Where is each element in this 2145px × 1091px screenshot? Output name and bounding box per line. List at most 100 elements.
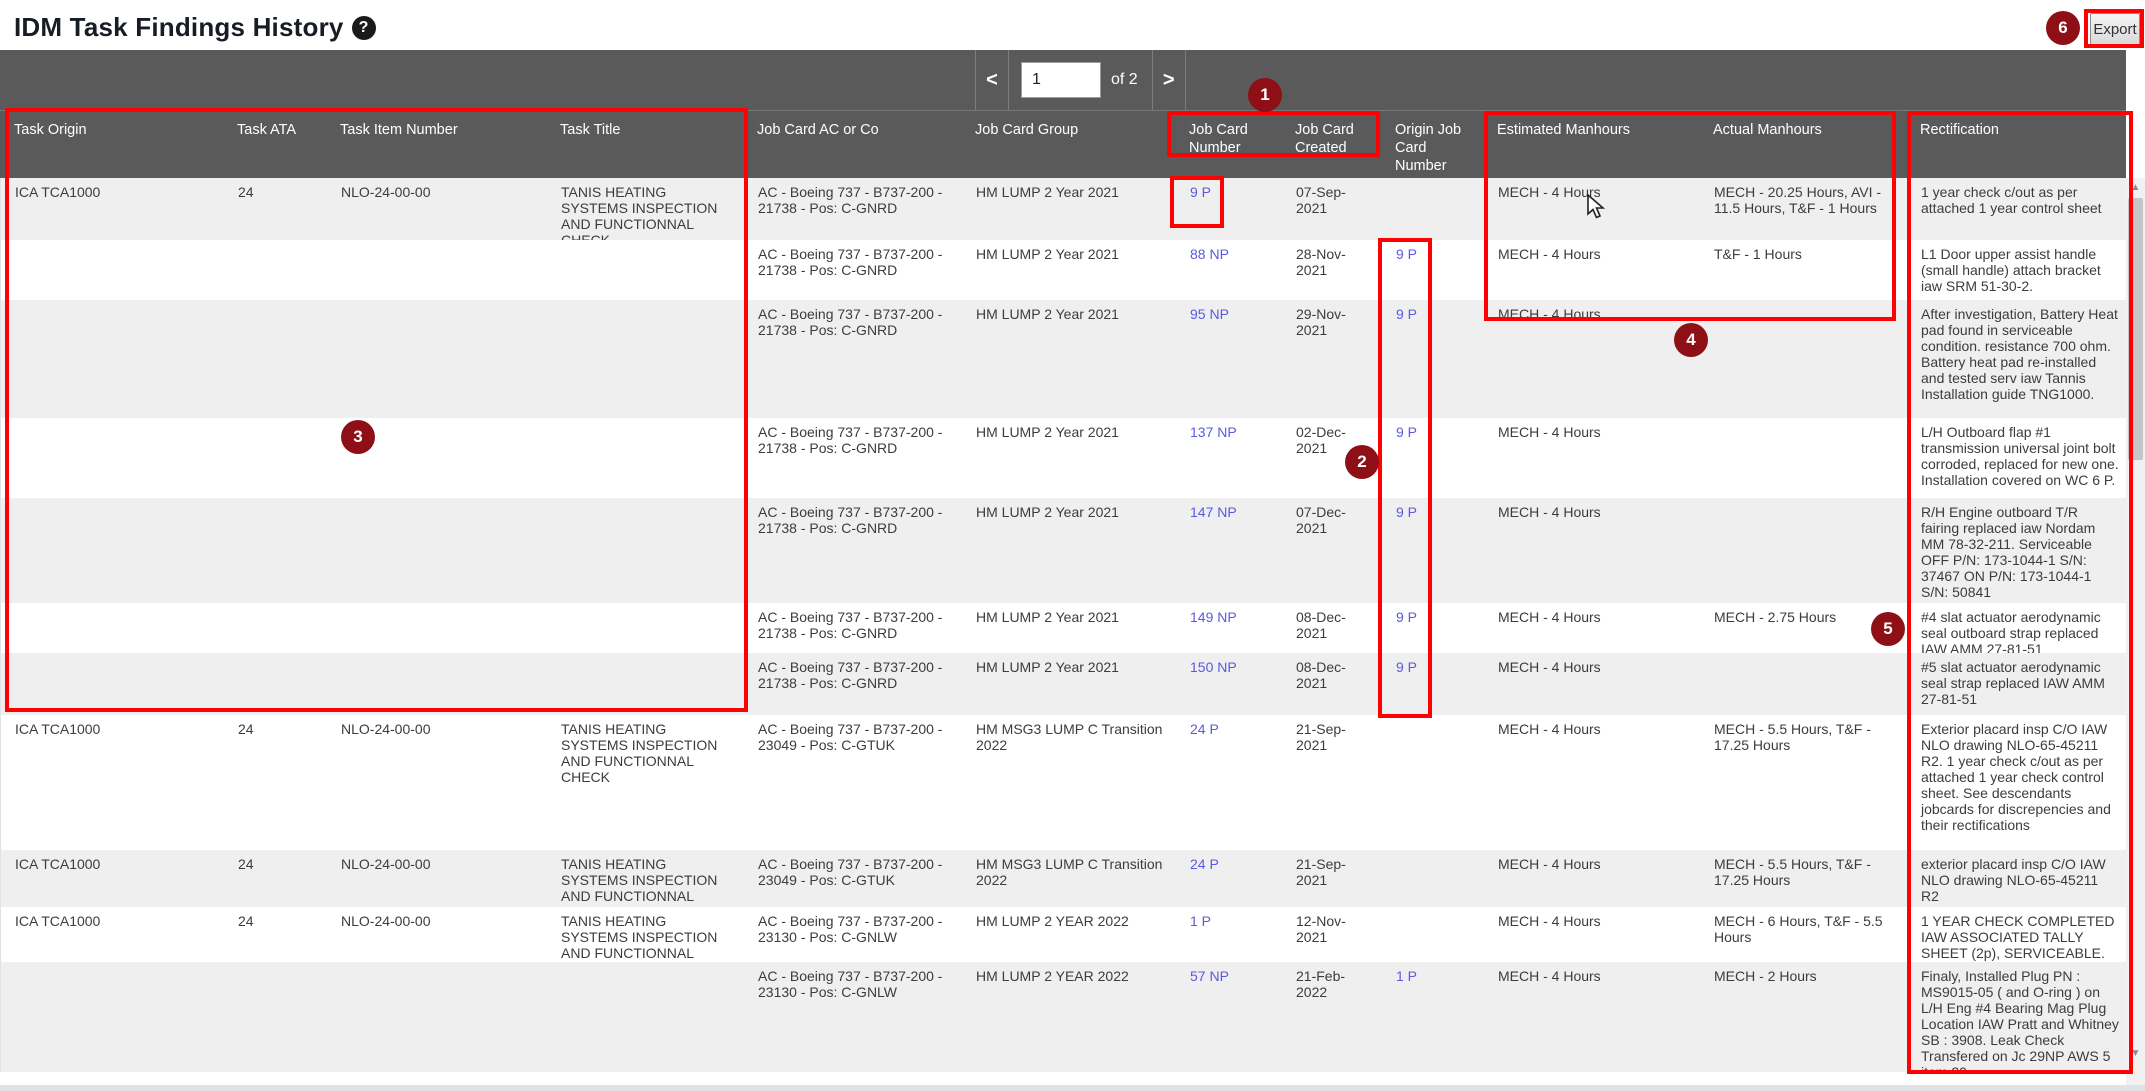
table-cell: AC - Boeing 737 - B737-200 - 21738 - Pos…: [744, 300, 962, 418]
table-cell: [1382, 715, 1484, 850]
column-header[interactable]: Job Card Group: [961, 111, 1175, 178]
table-cell: [1382, 907, 1484, 962]
table-cell: MECH - 4 Hours: [1484, 850, 1700, 907]
column-header[interactable]: Task ATA: [223, 111, 326, 178]
column-header[interactable]: Estimated Manhours: [1483, 111, 1699, 178]
column-header[interactable]: Task Title: [546, 111, 743, 178]
job-card-link[interactable]: 95 NP: [1190, 306, 1229, 322]
table-cell: [1382, 850, 1484, 907]
job-card-link[interactable]: 9 P: [1396, 609, 1417, 625]
table-cell: L1 Door upper assist handle (small handl…: [1907, 240, 2127, 300]
table-cell: HM MSG3 LUMP C Transition 2022: [962, 850, 1176, 907]
page-count-label: of 2: [1111, 71, 1138, 89]
table-cell: [1, 240, 224, 300]
table-cell: 21-Sep-2021: [1282, 715, 1382, 850]
table-row: AC - Boeing 737 - B737-200 - 21738 - Pos…: [1, 240, 2127, 300]
table-cell: AC - Boeing 737 - B737-200 - 21738 - Pos…: [744, 498, 962, 603]
table-cell: 9 P: [1382, 240, 1484, 300]
job-card-link[interactable]: 1 P: [1190, 913, 1211, 929]
table-cell: 24 P: [1176, 715, 1282, 850]
table-cell: 21-Sep-2021: [1282, 850, 1382, 907]
job-card-link[interactable]: 149 NP: [1190, 609, 1237, 625]
table-cell: 12-Nov-2021: [1282, 907, 1382, 962]
vertical-scrollbar-thumb[interactable]: [2128, 198, 2143, 460]
scroll-down-icon[interactable]: ▼: [2126, 1044, 2145, 1062]
job-card-link[interactable]: 1 P: [1396, 968, 1417, 984]
table-cell: [547, 240, 744, 300]
job-card-link[interactable]: 24 P: [1190, 856, 1219, 872]
job-card-link[interactable]: 9 P: [1396, 659, 1417, 675]
column-header[interactable]: Origin Job Card Number: [1381, 111, 1483, 178]
column-header[interactable]: Task Item Number: [326, 111, 546, 178]
table-cell: 9 P: [1382, 653, 1484, 715]
table-cell: [1700, 418, 1907, 498]
table-cell: HM MSG3 LUMP C Transition 2022: [962, 715, 1176, 850]
table-cell: 9 P: [1176, 178, 1282, 240]
table-cell: 24: [224, 907, 327, 962]
prev-page-button[interactable]: <: [976, 50, 1008, 110]
table-cell: 24 P: [1176, 850, 1282, 907]
column-header[interactable]: Actual Manhours: [1699, 111, 1906, 178]
job-card-link[interactable]: 9 P: [1396, 424, 1417, 440]
table-row: ICA TCA100024NLO-24-00-00TANIS HEATING S…: [1, 850, 2127, 907]
job-card-link[interactable]: 9 P: [1396, 246, 1417, 262]
horizontal-scrollbar[interactable]: [0, 1085, 2145, 1091]
table-cell: 149 NP: [1176, 603, 1282, 653]
table-cell: MECH - 5.5 Hours, T&F - 17.25 Hours: [1700, 850, 1907, 907]
table-cell: AC - Boeing 737 - B737-200 - 21738 - Pos…: [744, 178, 962, 240]
table-cell: TANIS HEATING SYSTEMS INSPECTION AND FUN…: [547, 907, 744, 962]
table-cell: [327, 418, 547, 498]
table-cell: NLO-24-00-00: [327, 715, 547, 850]
table-cell: [1, 498, 224, 603]
job-card-link[interactable]: 9 P: [1396, 504, 1417, 520]
table-cell: 28-Nov-2021: [1282, 240, 1382, 300]
table-cell: MECH - 4 Hours: [1484, 418, 1700, 498]
job-card-link[interactable]: 150 NP: [1190, 659, 1237, 675]
table-cell: 08-Dec-2021: [1282, 653, 1382, 715]
column-header[interactable]: Job Card Created: [1281, 111, 1381, 178]
table-cell: 150 NP: [1176, 653, 1282, 715]
table-cell: 02-Dec-2021: [1282, 418, 1382, 498]
table-cell: 24: [224, 850, 327, 907]
export-button[interactable]: Export: [2090, 13, 2140, 45]
table-cell: AC - Boeing 737 - B737-200 - 23049 - Pos…: [744, 850, 962, 907]
column-header[interactable]: Task Origin: [0, 111, 223, 178]
table-cell: 95 NP: [1176, 300, 1282, 418]
page-number-input[interactable]: [1021, 62, 1101, 98]
table-cell: MECH - 4 Hours: [1484, 715, 1700, 850]
table-row: AC - Boeing 737 - B737-200 - 21738 - Pos…: [1, 603, 2127, 653]
table-cell: [547, 653, 744, 715]
job-card-link[interactable]: 57 NP: [1190, 968, 1229, 984]
job-card-link[interactable]: 137 NP: [1190, 424, 1237, 440]
table-cell: HM LUMP 2 Year 2021: [962, 240, 1176, 300]
job-card-link[interactable]: 9 P: [1396, 306, 1417, 322]
table-cell: [1, 962, 224, 1072]
table-cell: [1700, 300, 1907, 418]
help-icon[interactable]: ?: [352, 16, 376, 40]
table-cell: AC - Boeing 737 - B737-200 - 23049 - Pos…: [744, 715, 962, 850]
page-header: IDM Task Findings History ?: [14, 12, 376, 43]
table-cell: 57 NP: [1176, 962, 1282, 1072]
table-cell: ICA TCA1000: [1, 715, 224, 850]
table-cell: MECH - 2.75 Hours: [1700, 603, 1907, 653]
table-cell: 24: [224, 715, 327, 850]
table-cell: AC - Boeing 737 - B737-200 - 23130 - Pos…: [744, 962, 962, 1072]
table-cell: [224, 498, 327, 603]
table-cell: R/H Engine outboard T/R fairing replaced…: [1907, 498, 2127, 603]
column-header[interactable]: Job Card Number: [1175, 111, 1281, 178]
table-cell: NLO-24-00-00: [327, 178, 547, 240]
column-header[interactable]: Job Card AC or Co: [743, 111, 961, 178]
table-cell: HM LUMP 2 YEAR 2022: [962, 962, 1176, 1072]
table-cell: [547, 418, 744, 498]
job-card-link[interactable]: 147 NP: [1190, 504, 1237, 520]
table-cell: 24: [224, 178, 327, 240]
next-page-button[interactable]: >: [1153, 50, 1185, 110]
job-card-link[interactable]: 24 P: [1190, 721, 1219, 737]
column-header[interactable]: Rectification: [1906, 111, 2126, 178]
table-cell: AC - Boeing 737 - B737-200 - 21738 - Pos…: [744, 653, 962, 715]
scroll-up-icon[interactable]: ▲: [2126, 178, 2145, 196]
job-card-link[interactable]: 88 NP: [1190, 246, 1229, 262]
table-cell: HM LUMP 2 YEAR 2022: [962, 907, 1176, 962]
job-card-link[interactable]: 9 P: [1190, 184, 1211, 200]
table-cell: MECH - 4 Hours: [1484, 240, 1700, 300]
